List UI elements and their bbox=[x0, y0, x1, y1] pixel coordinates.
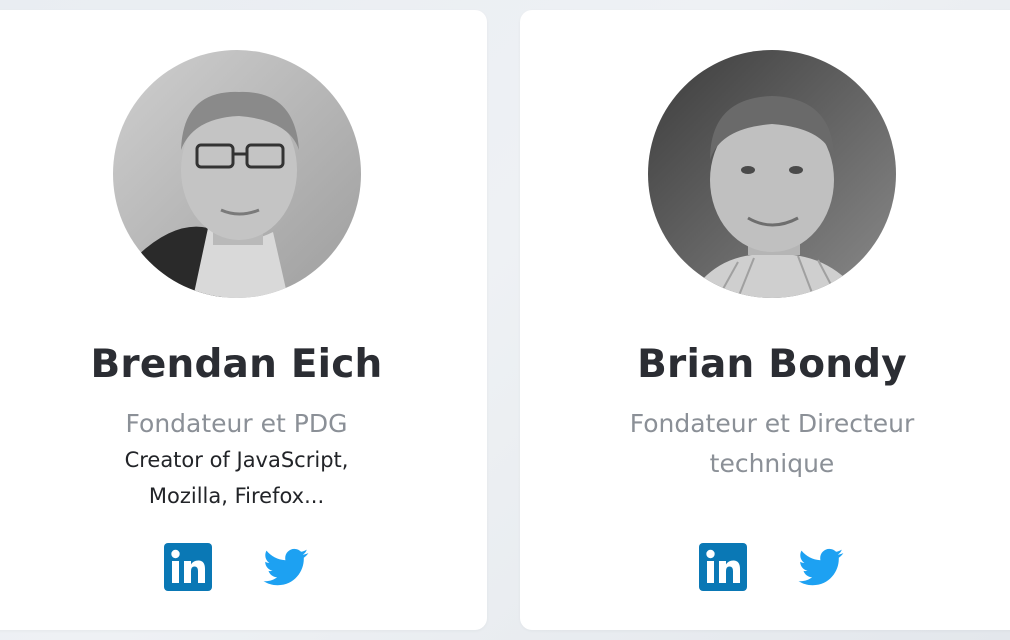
linkedin-icon[interactable] bbox=[163, 543, 212, 591]
member-role: Fondateur et Directeur technique bbox=[580, 404, 964, 484]
member-description: Creator of JavaScript, Mozilla, Firefox.… bbox=[46, 442, 427, 514]
member-role: Fondateur et PDG bbox=[125, 409, 348, 438]
team-card-brendan-eich: Brendan Eich Fondateur et PDG Creator of… bbox=[0, 10, 487, 630]
social-links bbox=[520, 543, 1010, 591]
twitter-icon[interactable] bbox=[797, 543, 845, 591]
linkedin-icon[interactable] bbox=[699, 543, 747, 591]
description-line: Creator of JavaScript, bbox=[124, 448, 349, 472]
avatar bbox=[648, 50, 896, 298]
description-line: Mozilla, Firefox... bbox=[148, 484, 325, 508]
avatar bbox=[112, 50, 361, 298]
team-card-brian-bondy: Brian Bondy Fondateur et Directeur techn… bbox=[520, 10, 1010, 630]
social-links bbox=[0, 543, 487, 591]
twitter-icon[interactable] bbox=[262, 543, 310, 591]
person-photo bbox=[112, 50, 361, 298]
person-photo bbox=[648, 50, 896, 298]
role-line: Fondateur et Directeur bbox=[629, 409, 915, 438]
member-name: Brendan Eich bbox=[90, 342, 383, 387]
member-name: Brian Bondy bbox=[637, 342, 907, 387]
role-line: technique bbox=[709, 449, 835, 478]
